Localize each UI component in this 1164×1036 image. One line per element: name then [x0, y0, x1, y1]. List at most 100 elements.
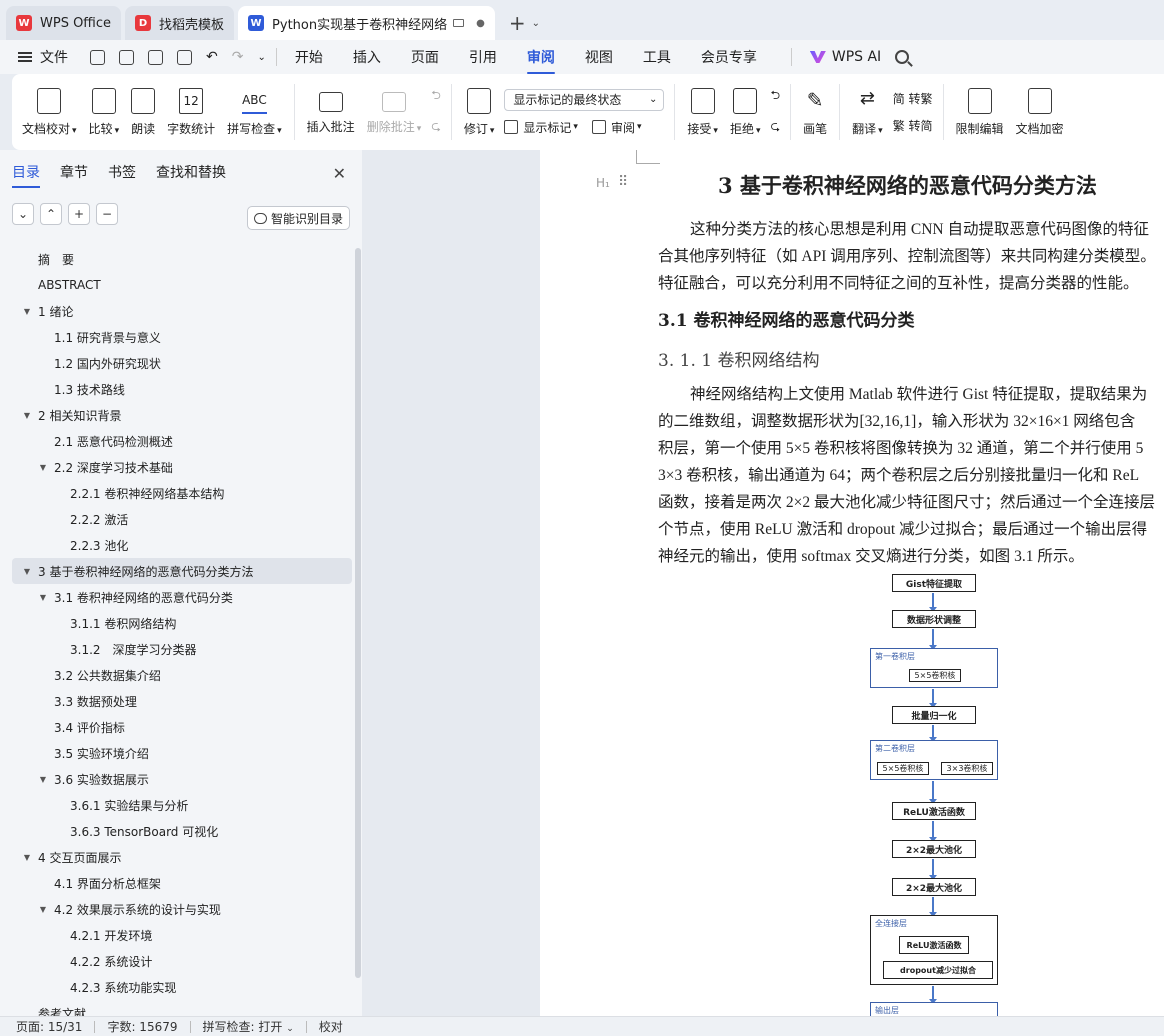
drag-handle-icon[interactable]: ⠿ [618, 174, 628, 190]
redo-icon[interactable]: ↷ [232, 49, 244, 65]
proofread-button[interactable]: 文档校对 ▾ [16, 80, 83, 144]
menu-tools[interactable]: 工具 [643, 47, 671, 67]
toc-item[interactable]: 1.1 研究背景与意义 [12, 324, 352, 350]
toc-item[interactable]: 3.1.2 深度学习分类器 [12, 636, 352, 662]
menu-page[interactable]: 页面 [411, 47, 439, 67]
previous-comment-icon[interactable]: ⮌ [431, 86, 441, 107]
delete-comment-button[interactable]: 删除批注 ▾ [361, 80, 428, 144]
toc-item[interactable]: 3.4 评价指标 [12, 714, 352, 740]
toc-item[interactable]: 2.1 恶意代码检测概述 [12, 428, 352, 454]
spell-check-indicator[interactable]: 拼写检查: 打开 ⌄ [203, 1018, 294, 1035]
toc-item[interactable]: 3.1.1 卷积网络结构 [12, 610, 352, 636]
search-icon[interactable] [895, 50, 910, 64]
encrypt-document-button[interactable]: 文档加密 [1010, 80, 1070, 144]
next-comment-icon[interactable]: ⮎ [431, 117, 441, 138]
new-tab-button[interactable]: + ⌄ [509, 6, 540, 40]
read-aloud-button[interactable]: 朗读 [125, 80, 161, 144]
pen-button[interactable]: ✎ 画笔 [797, 80, 833, 144]
menu-view[interactable]: 视图 [585, 47, 613, 67]
remove-icon[interactable]: − [96, 203, 118, 225]
heading-level-icon[interactable]: H₁ [596, 176, 610, 190]
chevron-down-icon[interactable]: ⌄ [257, 52, 265, 63]
smart-toc-button[interactable]: 智能识别目录 [246, 206, 350, 230]
word-count-indicator[interactable]: 字数: 15679 [107, 1018, 177, 1035]
insert-comment-button[interactable]: 插入批注 [301, 80, 361, 144]
toc-item[interactable]: 3.2 公共数据集介绍 [12, 662, 352, 688]
expand-toggle-icon[interactable]: ▼ [22, 567, 32, 576]
file-menu[interactable]: 文件 [18, 47, 68, 67]
previous-revision-icon[interactable]: ⮌ [771, 86, 781, 107]
menu-review[interactable]: 审阅 [526, 47, 555, 74]
toc-item[interactable]: ▼ 4.2 效果展示系统的设计与实现 [12, 896, 352, 922]
collapse-icon[interactable]: ⌄ [12, 203, 34, 225]
tab-find-replace[interactable]: 查找和替换 [156, 162, 226, 182]
review-pane-button[interactable]: 审阅 ▾ [591, 119, 642, 136]
toc-item[interactable]: 4.2.2 系统设计 [12, 948, 352, 974]
accept-button[interactable]: 接受 ▾ [681, 80, 724, 144]
add-icon[interactable]: + [68, 203, 90, 225]
to-traditional-button[interactable]: 简 转繁 [893, 90, 933, 107]
unsaved-dot-icon[interactable]: ● [476, 18, 485, 29]
toc-item[interactable]: 3.5 实验环境介绍 [12, 740, 352, 766]
toc-item[interactable]: ▼ 3 基于卷积神经网络的恶意代码分类方法 [12, 558, 352, 584]
toc-item[interactable]: 3.6.3 TensorBoard 可视化 [12, 818, 352, 844]
toc-scrollbar[interactable] [355, 248, 361, 978]
markup-state-select[interactable]: 显示标记的最终状态 ⌄ [504, 88, 665, 111]
chevron-down-icon[interactable]: ⌄ [532, 18, 540, 29]
restrict-editing-button[interactable]: 限制编辑 [950, 80, 1010, 144]
expand-toggle-icon[interactable]: ▼ [38, 775, 48, 784]
toc-item[interactable]: ▼ 3.6 实验数据展示 [12, 766, 352, 792]
compare-button[interactable]: 比较 ▾ [83, 80, 126, 144]
show-markup-button[interactable]: 显示标记 ▾ [504, 119, 578, 136]
expand-toggle-icon[interactable]: ▼ [38, 593, 48, 602]
toc-item[interactable]: ▼ 1 绪论 [12, 298, 352, 324]
close-icon[interactable]: ✕ [333, 164, 346, 183]
undo-icon[interactable]: ↶ [206, 49, 218, 65]
tab-toc[interactable]: 目录 [12, 162, 40, 188]
tab-sections[interactable]: 章节 [60, 162, 88, 182]
to-simplified-button[interactable]: 繁 转简 [893, 117, 933, 134]
toc-item[interactable]: ▼ 3.1 卷积神经网络的恶意代码分类 [12, 584, 352, 610]
tab-bookmarks[interactable]: 书签 [108, 162, 136, 182]
toc-item[interactable]: ABSTRACT [12, 272, 352, 298]
tab-template[interactable]: D 找稻壳模板 [125, 6, 235, 40]
toc-item[interactable]: 3.3 数据预处理 [12, 688, 352, 714]
toc-item[interactable]: 4.1 界面分析总框架 [12, 870, 352, 896]
toc-item[interactable]: 2.2.3 池化 [12, 532, 352, 558]
menu-insert[interactable]: 插入 [353, 47, 381, 67]
tab-document[interactable]: W Python实现基于卷积神经网络 ● [238, 6, 495, 40]
proofread-indicator[interactable]: 校对 [319, 1018, 343, 1035]
toc-item[interactable]: 摘 要 [12, 246, 352, 272]
toc-item[interactable]: ▼ 4 交互页面展示 [12, 844, 352, 870]
save-icon[interactable] [90, 49, 105, 65]
export-icon[interactable] [119, 49, 134, 65]
expand-toggle-icon[interactable]: ▼ [38, 905, 48, 914]
word-count-button[interactable]: 12 字数统计 [161, 80, 221, 144]
menu-member[interactable]: 会员专享 [701, 47, 757, 67]
track-changes-button[interactable]: 修订 ▾ [458, 80, 501, 144]
expand-toggle-icon[interactable]: ▼ [38, 463, 48, 472]
toc-item[interactable]: 1.3 技术路线 [12, 376, 352, 402]
toc-item[interactable]: ▼ 2 相关知识背景 [12, 402, 352, 428]
toc-item[interactable]: 1.2 国内外研究现状 [12, 350, 352, 376]
toc-item[interactable]: 4.2.1 开发环境 [12, 922, 352, 948]
page-indicator[interactable]: 页面: 15/31 [16, 1018, 82, 1035]
spell-check-button[interactable]: ABC 拼写检查 ▾ [221, 80, 288, 144]
expand-icon[interactable]: ⌃ [40, 203, 62, 225]
toc-item[interactable]: 4.2.3 系统功能实现 [12, 974, 352, 1000]
translate-button[interactable]: ⇄ 翻译 ▾ [846, 80, 889, 144]
expand-toggle-icon[interactable]: ▼ [22, 411, 32, 420]
menu-references[interactable]: 引用 [469, 47, 497, 67]
tab-wps-office[interactable]: W WPS Office [6, 6, 122, 40]
expand-toggle-icon[interactable]: ▼ [22, 307, 32, 316]
toc-item[interactable]: ▼ 2.2 深度学习技术基础 [12, 454, 352, 480]
print-preview-icon[interactable] [177, 49, 192, 65]
toc-item[interactable]: 2.2.2 激活 [12, 506, 352, 532]
toc-item[interactable]: 3.6.1 实验结果与分析 [12, 792, 352, 818]
toc-item[interactable]: 2.2.1 卷积神经网络基本结构 [12, 480, 352, 506]
wps-ai-button[interactable]: WPS AI [809, 49, 881, 65]
print-icon[interactable] [148, 49, 163, 65]
expand-toggle-icon[interactable]: ▼ [22, 853, 32, 862]
next-revision-icon[interactable]: ⮎ [771, 117, 781, 138]
menu-home[interactable]: 开始 [295, 47, 323, 67]
